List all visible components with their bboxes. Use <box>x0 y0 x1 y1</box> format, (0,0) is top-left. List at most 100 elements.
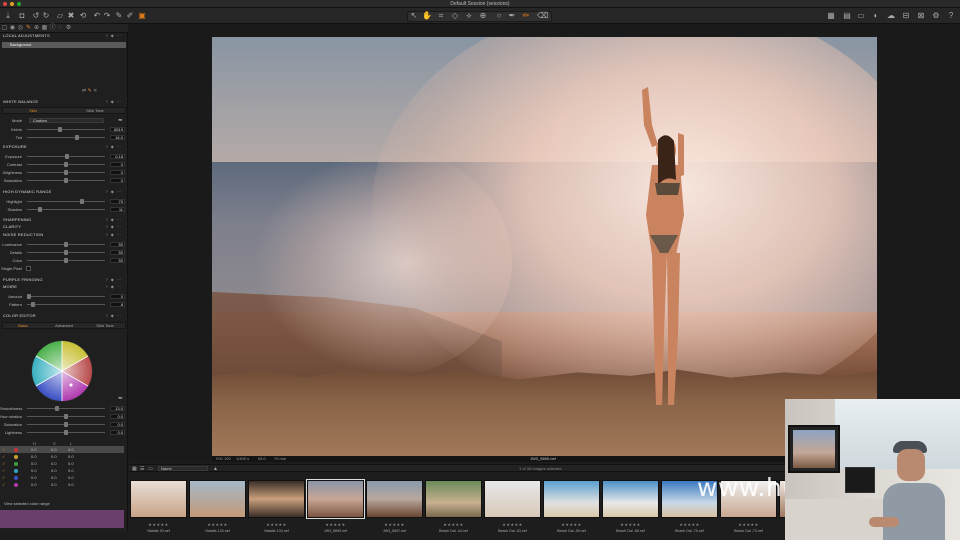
exposure-header[interactable]: EXPOSURE ? ◆ ⋯ <box>0 144 127 150</box>
rotate-left-icon[interactable]: ↺ <box>31 11 41 21</box>
color-noise-value[interactable]: 50 <box>110 258 125 263</box>
kelvin-slider[interactable] <box>27 127 105 132</box>
circle-icon[interactable]: ○ <box>494 11 504 21</box>
thumbnail[interactable] <box>306 479 365 519</box>
pattern-slider[interactable] <box>27 302 105 307</box>
row-checkbox[interactable]: ✓ <box>2 453 5 460</box>
single-pixel-checkbox[interactable] <box>26 266 31 271</box>
slider-knob[interactable] <box>58 127 62 132</box>
highlight-slider[interactable] <box>27 199 105 204</box>
cloud-icon[interactable]: ☁ <box>886 11 896 21</box>
copy-adjustments-icon[interactable]: ▣ <box>137 11 147 21</box>
layer-tools-icon[interactable]: ⇄ ✎ ✕ <box>82 88 97 94</box>
import-icon[interactable]: ⤓ <box>3 11 13 21</box>
color-noise-slider[interactable] <box>27 258 105 263</box>
tab-skin[interactable]: Skin <box>3 108 63 114</box>
rating-stars[interactable]: ★★★★★ <box>189 522 246 527</box>
focus-icon[interactable]: ⊠ <box>916 11 926 21</box>
contrast-slider[interactable] <box>27 162 105 167</box>
color-range-row[interactable]: ✓ 0.0 0.0 0.0 <box>0 467 124 474</box>
eraser-icon[interactable]: ⌫ <box>537 11 548 21</box>
amount-value[interactable]: 0 <box>110 294 125 299</box>
highlight-value[interactable]: 70 <box>110 199 125 204</box>
rating-stars[interactable]: ★★★★★ <box>425 522 482 527</box>
clarity-header[interactable]: CLARITY ? ◆ ⋯ <box>0 224 127 230</box>
local-adjustments-header[interactable]: LOCAL ADJUSTMENTS ? ◆ ⋯ <box>0 33 127 39</box>
contrast-value[interactable]: 0 <box>110 162 125 167</box>
thumbnail[interactable] <box>189 480 246 518</box>
sharpening-header[interactable]: SHARPENING ? ◆ ⋯ <box>0 217 127 223</box>
slider-knob[interactable] <box>27 294 31 299</box>
rating-stars[interactable]: ★★★★★ <box>720 522 777 527</box>
tint-value[interactable]: 16.0 <box>110 135 125 140</box>
thumbnail[interactable] <box>484 480 541 518</box>
spot-icon[interactable]: ⊕ <box>478 11 488 21</box>
crop-icon[interactable]: ⌗ <box>436 11 446 21</box>
settings-icon[interactable]: ⚙ <box>931 11 941 21</box>
rotate-right-icon[interactable]: ↻ <box>41 11 51 21</box>
thumbnail[interactable] <box>248 480 305 518</box>
smoothness-slider[interactable] <box>27 406 105 411</box>
white-balance-header[interactable]: WHITE BALANCE ? ◆ ⋯ <box>0 99 127 105</box>
slider-knob[interactable] <box>64 178 68 183</box>
smoothness-value[interactable]: 13.0 <box>110 406 125 411</box>
exposure-slider[interactable] <box>27 154 105 159</box>
capture-tab-icon[interactable]: ◉ <box>9 25 16 32</box>
tab-basic[interactable]: Basic <box>3 323 43 329</box>
color-range-row[interactable]: ✓ 0.0 0.0 0.0 <box>0 474 124 481</box>
brightness-value[interactable]: 0 <box>110 170 125 175</box>
batch-tab-icon[interactable]: ⚙ <box>65 25 72 32</box>
color-range-row[interactable]: ✓ 0.0 0.0 0.0 <box>0 453 124 460</box>
row-checkbox[interactable]: ✓ <box>2 467 5 474</box>
color-range-row[interactable]: ✓ 0.0 0.0 0.0 <box>0 446 124 453</box>
brush-icon[interactable]: ✐ <box>125 11 135 21</box>
viewer-icon[interactable]: ▭ <box>856 11 866 21</box>
straighten-icon[interactable]: ◇ <box>450 11 460 21</box>
saturation-slider[interactable] <box>27 178 105 183</box>
slider-knob[interactable] <box>64 170 68 175</box>
hue-rotation-slider[interactable] <box>27 414 105 419</box>
ce-saturation-value[interactable]: 0.0 <box>110 422 125 427</box>
adjustments-tab-icon[interactable]: ✎ <box>25 25 32 32</box>
flip-icon[interactable]: ▱ <box>55 11 65 21</box>
slider-knob[interactable] <box>31 302 35 307</box>
mode-select[interactable]: Custom <box>29 118 104 123</box>
eyedropper-icon[interactable]: ✒ <box>507 11 517 21</box>
row-checkbox[interactable]: ✓ <box>2 460 5 467</box>
proof-icon[interactable]: ◐ <box>871 11 881 21</box>
slider-knob[interactable] <box>64 430 68 435</box>
rating-stars[interactable]: ★★★★★ <box>543 522 600 527</box>
browser-icon[interactable]: ▤ <box>842 11 852 21</box>
row-checkbox[interactable]: ✓ <box>2 474 5 481</box>
saturation-value[interactable]: 0 <box>110 178 125 183</box>
layer-background[interactable]: Background <box>2 42 126 48</box>
compare-icon[interactable]: ⊟ <box>901 11 911 21</box>
tab-advanced[interactable]: Advanced <box>44 323 84 329</box>
thumbnail[interactable] <box>543 480 600 518</box>
rating-stars[interactable]: ★★★★★ <box>661 522 718 527</box>
tint-slider[interactable] <box>27 135 105 140</box>
lightness-slider[interactable] <box>27 430 105 435</box>
color-editor-header[interactable]: COLOR EDITOR ? ◆ ⋯ <box>0 313 127 319</box>
tab-skin-tone-editor[interactable]: Skin Tone <box>85 323 125 329</box>
rating-stars[interactable]: ★★★★★ <box>248 522 305 527</box>
slider-knob[interactable] <box>65 154 69 159</box>
slider-knob[interactable] <box>64 414 68 419</box>
hue-rotation-value[interactable]: 0.0 <box>110 414 125 419</box>
rating-stars[interactable]: ★★★★★ <box>602 522 659 527</box>
lightness-value[interactable]: 0.0 <box>110 430 125 435</box>
thumbnail[interactable] <box>602 480 659 518</box>
color-picker-icon[interactable]: ✒ <box>118 395 123 402</box>
slider-knob[interactable] <box>55 406 59 411</box>
local-tab-icon[interactable]: ▦ <box>41 25 48 32</box>
shadow-slider[interactable] <box>27 207 105 212</box>
slider-knob[interactable] <box>64 162 68 167</box>
tab-skin-tone[interactable]: Skin Tone <box>65 108 125 114</box>
slider-knob[interactable] <box>64 258 68 263</box>
shadow-value[interactable]: 11 <box>110 207 125 212</box>
hdr-header[interactable]: HIGH DYNAMIC RANGE ? ◆ ⋯ <box>0 189 127 195</box>
help-icon[interactable]: ? <box>946 11 956 21</box>
reset-icon[interactable]: ⟲ <box>78 11 88 21</box>
slider-knob[interactable] <box>64 242 68 247</box>
noise-reduction-header[interactable]: NOISE REDUCTION ? ◆ ⋯ <box>0 232 127 238</box>
